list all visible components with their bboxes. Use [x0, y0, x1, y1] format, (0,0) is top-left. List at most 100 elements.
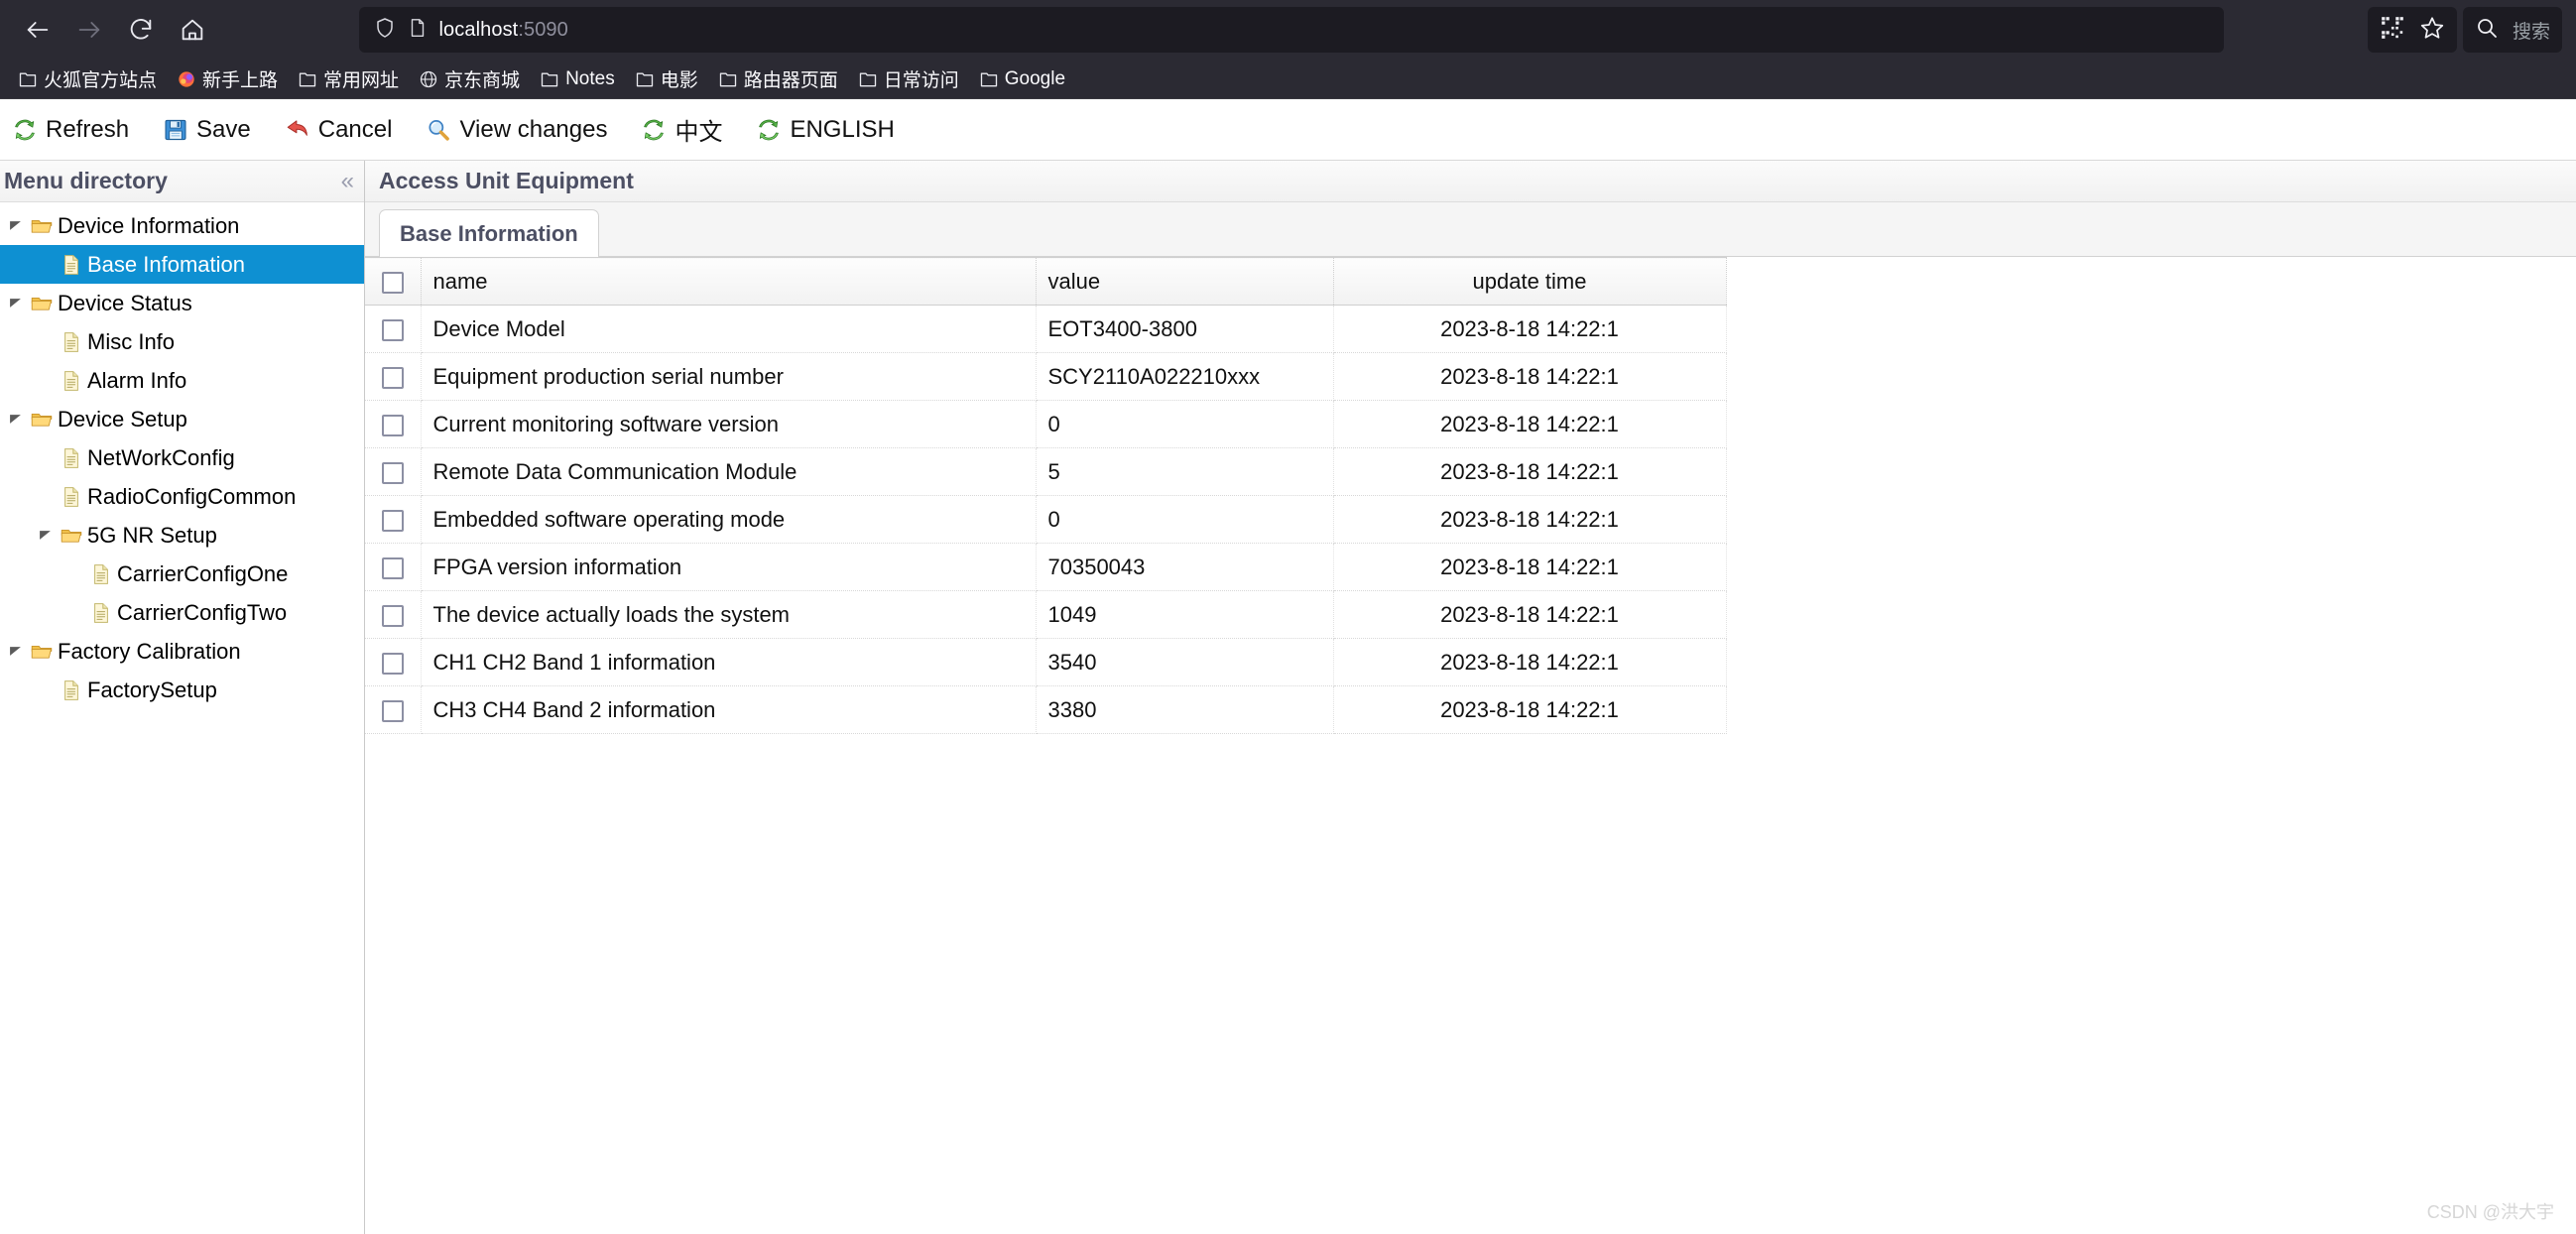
bookmark-label: 火狐官方站点 [44, 70, 158, 91]
row-checkbox[interactable] [381, 509, 404, 532]
cell-update-time: 2023-8-18 14:22:1 [1333, 400, 1727, 448]
row-select-cell [365, 495, 422, 544]
sidebar-item-networkconfig[interactable]: NetWorkConfig [0, 438, 364, 477]
toolbar-button-label: 中文 [675, 119, 723, 146]
back-button[interactable] [14, 6, 61, 54]
toolbar-button-cancel[interactable]: Cancel [281, 114, 397, 146]
globe-icon [420, 70, 437, 87]
cell-value[interactable]: 1049 [1036, 590, 1334, 639]
sidebar-item-misc-info[interactable]: Misc Info [0, 322, 364, 361]
sidebar-item-label: Alarm Info [87, 367, 187, 393]
table-row[interactable]: Remote Data Communication Module 5 2023-8-… [365, 447, 1727, 496]
toolbar-button-中文[interactable]: 中文 [637, 110, 726, 149]
sidebar-item-carrierconfigtwo[interactable]: CarrierConfigTwo [0, 593, 364, 632]
sidebar-item-carrierconfigone[interactable]: CarrierConfigOne [0, 555, 364, 593]
shield-icon [373, 16, 397, 45]
toolbar-button-view-changes[interactable]: View changes [422, 114, 611, 146]
file-icon [94, 602, 108, 623]
cell-value[interactable]: 3540 [1036, 638, 1334, 686]
sidebar-item-device-information[interactable]: Device Information [0, 206, 364, 245]
tab-base-information[interactable]: Base Information [379, 209, 599, 257]
forward-button[interactable] [65, 6, 113, 54]
sidebar: Menu directory « Device Information Base … [0, 161, 365, 1234]
chrome-right-pill [2367, 7, 2457, 53]
sidebar-item-radioconfigcommon[interactable]: RadioConfigCommon [0, 477, 364, 516]
chevron-double-left-icon[interactable]: « [341, 169, 354, 193]
table-row[interactable]: The device actually loads the system 1049… [365, 590, 1727, 639]
column-header-name[interactable]: name [421, 257, 1037, 306]
sidebar-item-label: Device Status [58, 290, 192, 315]
cell-value[interactable]: 0 [1036, 495, 1334, 544]
row-checkbox[interactable] [381, 699, 404, 722]
bookmark-item[interactable]: 电影 [627, 62, 706, 96]
sidebar-item-device-setup[interactable]: Device Setup [0, 400, 364, 438]
home-button[interactable] [169, 6, 216, 54]
tree-expand-arrow-icon[interactable] [4, 297, 26, 309]
table-row[interactable]: Current monitoring software version 0 2023… [365, 400, 1727, 448]
urlbar-container: localhost:5090 [220, 7, 2364, 53]
toolbar-button-save[interactable]: Save [159, 114, 255, 146]
bookmark-item[interactable]: Notes [532, 64, 623, 94]
table-row[interactable]: CH1 CH2 Band 1 information 3540 2023-8-18 … [365, 638, 1727, 686]
sidebar-item-factorysetup[interactable]: FactorySetup [0, 671, 364, 709]
column-header-update-time[interactable]: update time [1333, 257, 1727, 306]
row-checkbox[interactable] [381, 414, 404, 436]
row-checkbox[interactable] [381, 604, 404, 627]
row-checkbox[interactable] [381, 556, 404, 579]
bookmark-label: 路由器页面 [743, 70, 838, 91]
table-row[interactable]: CH3 CH4 Band 2 information 3380 2023-8-18 … [365, 685, 1727, 734]
sidebar-item-factory-calibration[interactable]: Factory Calibration [0, 632, 364, 671]
row-select-cell [365, 685, 422, 734]
table-row[interactable]: Equipment production serial number SCY211… [365, 352, 1727, 401]
cell-update-time: 2023-8-18 14:22:1 [1333, 495, 1727, 544]
row-checkbox[interactable] [381, 366, 404, 389]
tree-expand-arrow-icon[interactable] [4, 219, 26, 232]
tree-expand-arrow-icon[interactable] [4, 645, 26, 658]
toolbar-button-english[interactable]: ENGLISH [752, 114, 898, 146]
sidebar-item-label: CarrierConfigTwo [117, 599, 288, 625]
cell-name: CH1 CH2 Band 1 information [421, 638, 1037, 686]
row-checkbox[interactable] [381, 318, 404, 341]
sidebar-item-alarm-info[interactable]: Alarm Info [0, 361, 364, 400]
star-icon[interactable] [2419, 15, 2445, 46]
bookmark-item[interactable]: 日常访问 [850, 62, 967, 96]
bookmark-item[interactable]: Google [971, 64, 1073, 94]
tree-expand-arrow-icon[interactable] [4, 413, 26, 426]
select-all-checkbox[interactable] [381, 271, 404, 294]
row-checkbox[interactable] [381, 461, 404, 484]
cell-value[interactable]: SCY2110A022210xxx [1036, 352, 1334, 401]
table-row[interactable]: FPGA version information 70350043 2023-8-1… [365, 543, 1727, 591]
table-row[interactable]: Device Model EOT3400-3800 2023-8-18 14:22:… [365, 305, 1727, 353]
cell-value[interactable]: 3380 [1036, 685, 1334, 734]
column-header-value[interactable]: value [1036, 257, 1334, 306]
tree-expand-arrow-icon[interactable] [34, 529, 56, 542]
cell-name: Current monitoring software version [421, 400, 1037, 448]
qr-code-icon[interactable] [2380, 15, 2405, 46]
sidebar-item-label: CarrierConfigOne [117, 560, 289, 586]
bookmark-item[interactable]: 京东商城 [411, 62, 528, 96]
cell-name: CH3 CH4 Band 2 information [421, 685, 1037, 734]
cell-value[interactable]: 70350043 [1036, 543, 1334, 591]
search-icon [2475, 16, 2499, 45]
cell-value[interactable]: 0 [1036, 400, 1334, 448]
cell-value[interactable]: 5 [1036, 447, 1334, 496]
sidebar-item-base-infomation[interactable]: Base Infomation [0, 245, 364, 284]
browser-chrome: localhost:5090 搜索 火狐官方站点 新手上路 常用网址 京东商城 … [0, 0, 2576, 99]
cell-value[interactable]: EOT3400-3800 [1036, 305, 1334, 353]
sidebar-item-device-status[interactable]: Device Status [0, 284, 364, 322]
folder-icon [31, 413, 53, 427]
sidebar-item-5g-nr-setup[interactable]: 5G NR Setup [0, 516, 364, 555]
address-bar[interactable]: localhost:5090 [359, 7, 2225, 53]
chrome-search-label: 搜索 [2512, 21, 2550, 43]
chrome-search-box[interactable]: 搜索 [2462, 7, 2562, 53]
bookmark-item[interactable]: 路由器页面 [710, 62, 846, 96]
bookmark-label: Notes [565, 67, 615, 89]
table-row[interactable]: Embedded software operating mode 0 2023-8-… [365, 495, 1727, 544]
reload-button[interactable] [117, 6, 165, 54]
bookmark-item[interactable]: 火狐官方站点 [10, 62, 165, 96]
bookmark-item[interactable]: 常用网址 [290, 62, 407, 96]
row-checkbox[interactable] [381, 652, 404, 675]
toolbar-button-refresh[interactable]: Refresh [8, 114, 133, 146]
bookmark-item[interactable]: 新手上路 [169, 62, 286, 96]
folder-icon [719, 72, 736, 86]
